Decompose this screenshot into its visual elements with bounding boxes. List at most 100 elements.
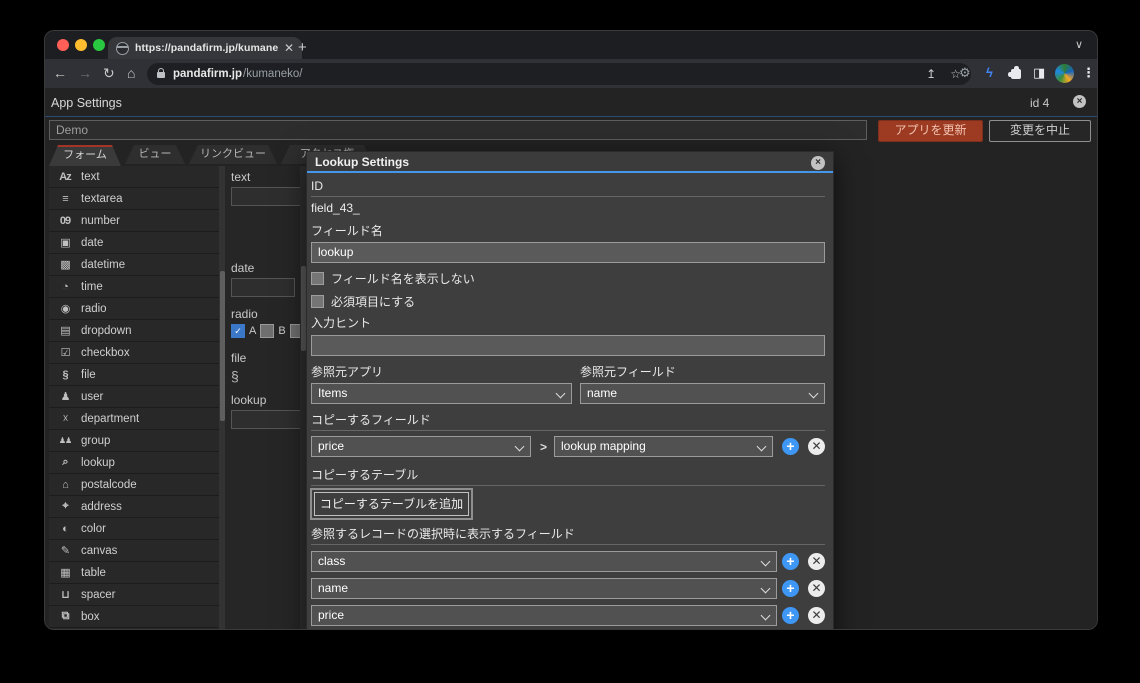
sidebar-item-radio[interactable]: ◉radio bbox=[49, 298, 219, 320]
add-copy-field-button[interactable]: + bbox=[782, 438, 799, 455]
chevron-down-icon bbox=[556, 388, 566, 398]
reload-icon[interactable]: ↻ bbox=[103, 64, 115, 82]
add-display-field-button[interactable]: + bbox=[782, 580, 799, 597]
lightning-extension-icon[interactable]: ϟ bbox=[986, 65, 993, 80]
remove-display-field-button[interactable]: ✕ bbox=[808, 553, 825, 570]
sidebar-item-number[interactable]: 09number bbox=[49, 210, 219, 232]
copy-from-select[interactable]: price bbox=[311, 436, 531, 457]
minimize-window-button[interactable] bbox=[75, 39, 87, 51]
mapping-arrow: > bbox=[540, 440, 547, 454]
add-display-field-button[interactable]: + bbox=[782, 553, 799, 570]
sidebar-item-datetime[interactable]: ▩datetime bbox=[49, 254, 219, 276]
sidebar-item-box[interactable]: ⧉box bbox=[49, 606, 219, 628]
preview-lookup-input[interactable] bbox=[231, 410, 306, 429]
sidebar-item-textarea[interactable]: ≡textarea bbox=[49, 188, 219, 210]
sidebar-item-time[interactable]: ◔time bbox=[49, 276, 219, 298]
palette-icon: ◐ bbox=[57, 523, 73, 535]
sidebar-item-date[interactable]: ▣date bbox=[49, 232, 219, 254]
required-checkbox[interactable] bbox=[311, 295, 324, 308]
extensions-puzzle-icon[interactable] bbox=[1011, 69, 1021, 79]
source-field-select[interactable]: name bbox=[580, 383, 825, 404]
source-app-select[interactable]: Items bbox=[311, 383, 572, 404]
field-palette-sidebar: Aztext ≡textarea 09number ▣date ▩datetim… bbox=[49, 166, 219, 629]
field-name-input[interactable]: lookup bbox=[311, 242, 825, 263]
preview-radio-b-checkbox[interactable] bbox=[260, 324, 274, 338]
remove-copy-field-button[interactable]: ✕ bbox=[808, 438, 825, 455]
spacer-icon: ⊔ bbox=[57, 588, 73, 601]
field-name-label: フィールド名 bbox=[311, 224, 825, 239]
sidebar-item-dropdown[interactable]: ▤dropdown bbox=[49, 320, 219, 342]
url-path: /kumaneko/ bbox=[243, 68, 302, 80]
preview-paperclip-icon[interactable]: § bbox=[231, 368, 306, 384]
side-panel-icon[interactable]: ◨ bbox=[1033, 65, 1045, 81]
hint-input[interactable] bbox=[311, 335, 825, 356]
field-close-icon[interactable]: × bbox=[1073, 95, 1086, 108]
browser-window: https://pandafirm.jp/kumaneko ✕ + ∨ ← → … bbox=[44, 30, 1098, 630]
preview-date-input[interactable] bbox=[231, 278, 295, 297]
sidebar-item-address[interactable]: ⌖address bbox=[49, 496, 219, 518]
copy-fields-label: コピーするフィールド bbox=[311, 413, 825, 431]
preview-radio-a-checkbox[interactable]: ✓ bbox=[231, 324, 245, 338]
remove-display-field-button[interactable]: ✕ bbox=[808, 607, 825, 624]
add-copy-table-button[interactable]: コピーするテーブルを追加 bbox=[314, 492, 469, 516]
sidebar-item-lookup[interactable]: ⌕lookup bbox=[49, 452, 219, 474]
display-field-select[interactable]: price bbox=[311, 605, 777, 626]
sidebar-scrollbar-thumb[interactable] bbox=[220, 271, 225, 421]
back-icon[interactable]: ← bbox=[53, 64, 67, 82]
share-icon[interactable]: ↥ bbox=[926, 67, 936, 81]
preview-radio-label: radio bbox=[231, 307, 306, 321]
page-title: App Settings bbox=[51, 96, 122, 110]
profile-avatar[interactable] bbox=[1055, 64, 1074, 83]
preview-text-input[interactable] bbox=[231, 187, 306, 206]
forward-icon[interactable]: → bbox=[78, 64, 92, 82]
browser-tab[interactable]: https://pandafirm.jp/kumaneko ✕ bbox=[108, 37, 302, 59]
tab-linkview[interactable]: リンクビュー bbox=[189, 145, 277, 164]
clock-icon: ◔ bbox=[57, 281, 73, 293]
close-window-button[interactable] bbox=[57, 39, 69, 51]
sidebar-item-department[interactable]: ☓department bbox=[49, 408, 219, 430]
sidebar-item-table[interactable]: ▦table bbox=[49, 562, 219, 584]
user-icon: ♟ bbox=[57, 390, 73, 403]
sidebar-item-spacer[interactable]: ⊔spacer bbox=[49, 584, 219, 606]
copy-to-select[interactable]: lookup mapping bbox=[554, 436, 773, 457]
app-name-input[interactable]: Demo bbox=[49, 120, 867, 140]
source-app-label: 参照元アプリ bbox=[311, 365, 572, 380]
tab-view[interactable]: ビュー bbox=[125, 145, 185, 164]
text-field-icon: Az bbox=[57, 171, 73, 183]
update-app-button[interactable]: アプリを更新 bbox=[878, 120, 983, 142]
modal-close-icon[interactable]: × bbox=[811, 156, 825, 170]
sidebar-item-text[interactable]: Aztext bbox=[49, 166, 219, 188]
sidebar-item-color[interactable]: ◐color bbox=[49, 518, 219, 540]
tab-form[interactable]: フォーム bbox=[49, 145, 121, 166]
home-icon[interactable]: ⌂ bbox=[127, 64, 135, 82]
remove-display-field-button[interactable]: ✕ bbox=[808, 580, 825, 597]
modal-title: Lookup Settings bbox=[315, 155, 409, 169]
sidebar-item-file[interactable]: §file bbox=[49, 364, 219, 386]
url-host: pandafirm.jp bbox=[173, 68, 242, 80]
pencil-icon: ✎ bbox=[57, 544, 73, 557]
gear-extension-icon[interactable]: ⚙ bbox=[959, 65, 971, 81]
display-field-select[interactable]: class bbox=[311, 551, 777, 572]
add-display-field-button[interactable]: + bbox=[782, 607, 799, 624]
dropdown-icon: ▤ bbox=[57, 324, 73, 337]
new-tab-button[interactable]: + bbox=[298, 38, 307, 58]
kebab-menu-icon[interactable]: ⋮ bbox=[1082, 65, 1095, 81]
hide-field-name-checkbox[interactable] bbox=[311, 272, 324, 285]
preview-date-label: date bbox=[231, 261, 306, 275]
sidebar-item-canvas[interactable]: ✎canvas bbox=[49, 540, 219, 562]
display-fields-label: 参照するレコードの選択時に表示するフィールド bbox=[311, 527, 825, 545]
zoom-window-button[interactable] bbox=[93, 39, 105, 51]
copy-tables-label: コピーするテーブル bbox=[311, 468, 825, 486]
preview-lookup-label: lookup bbox=[231, 393, 306, 407]
discard-changes-button[interactable]: 変更を中止 bbox=[989, 120, 1091, 142]
display-field-select[interactable]: name bbox=[311, 578, 777, 599]
sidebar-item-postalcode[interactable]: ⌂postalcode bbox=[49, 474, 219, 496]
calendar-icon: ▣ bbox=[57, 236, 73, 249]
sidebar-item-user[interactable]: ♟user bbox=[49, 386, 219, 408]
tab-close-icon[interactable]: ✕ bbox=[284, 41, 294, 55]
preview-scrollbar-thumb[interactable] bbox=[301, 266, 306, 351]
tab-list-chevron-icon[interactable]: ∨ bbox=[1075, 38, 1083, 51]
address-bar[interactable]: pandafirm.jp /kumaneko/ ↥ ☆ bbox=[147, 63, 971, 85]
sidebar-item-checkbox[interactable]: ☑checkbox bbox=[49, 342, 219, 364]
sidebar-item-group[interactable]: ♟♟group bbox=[49, 430, 219, 452]
